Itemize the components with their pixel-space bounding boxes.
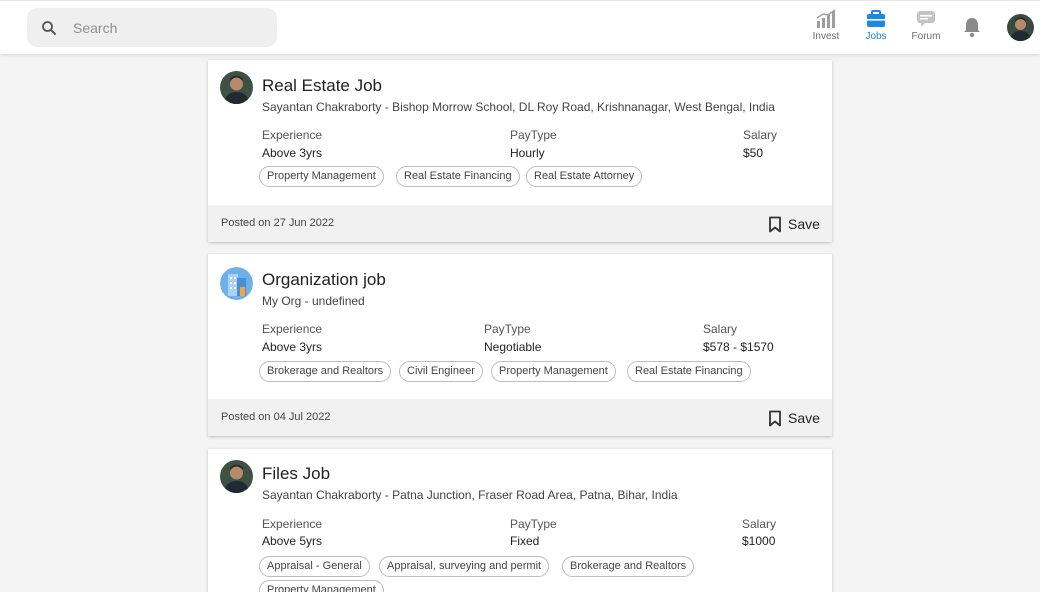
card-footer: Posted on 04 Jul 2022 Save: [208, 399, 832, 436]
skill-tag[interactable]: Appraisal - General: [259, 556, 370, 577]
salary-label: Salary: [703, 322, 738, 336]
briefcase-icon: [867, 10, 885, 27]
nav-jobs-label: Jobs: [865, 31, 887, 42]
experience-value: Above 3yrs: [262, 146, 323, 160]
skill-tag[interactable]: Property Management: [491, 361, 616, 382]
skill-tag[interactable]: Brokerage and Realtors: [562, 556, 695, 577]
paytype-value: Fixed: [510, 534, 540, 548]
paytype-value: Hourly: [510, 146, 545, 160]
experience-label: Experience: [262, 517, 323, 531]
paytype-label: PayType: [510, 128, 557, 142]
bookmark-icon: [769, 410, 781, 426]
poster-photo-icon: [220, 71, 253, 104]
job-subtitle: Sayantan Chakraborty - Patna Junction, F…: [262, 488, 678, 502]
search-input[interactable]: [73, 8, 268, 47]
user-photo-icon: [1007, 14, 1034, 41]
skill-tag[interactable]: Appraisal, surveying and permit: [379, 556, 550, 577]
chat-bubble-icon: [917, 11, 935, 27]
save-button[interactable]: Save: [768, 408, 820, 428]
job-subtitle: My Org - undefined: [262, 294, 365, 308]
search-box[interactable]: [27, 8, 277, 47]
salary-label: Salary: [743, 128, 778, 142]
job-title[interactable]: Files Job: [262, 464, 330, 484]
job-card[interactable]: Real Estate Job Sayantan Chakraborty - B…: [208, 60, 832, 242]
search-icon: [42, 21, 56, 35]
user-avatar[interactable]: [1007, 14, 1034, 41]
poster-avatar: [220, 71, 253, 104]
posted-date: Posted on 04 Jul 2022: [221, 411, 331, 423]
save-label: Save: [788, 216, 820, 232]
poster-photo-icon: [220, 460, 253, 493]
skill-tag[interactable]: Brokerage and Realtors: [259, 361, 392, 382]
posted-date: Posted on 27 Jun 2022: [221, 217, 335, 229]
skill-tag[interactable]: Property Management: [259, 580, 384, 592]
bar-chart-icon: [816, 9, 836, 28]
experience-value: Above 3yrs: [262, 340, 323, 354]
poster-avatar: [220, 460, 253, 493]
nav-forum-label: Forum: [911, 31, 941, 42]
experience-value: Above 5yrs: [262, 534, 323, 548]
paytype-label: PayType: [510, 517, 557, 531]
skill-tag[interactable]: Civil Engineer: [399, 361, 483, 382]
save-button[interactable]: Save: [768, 214, 820, 234]
salary-value: $1000: [742, 534, 776, 548]
salary-label: Salary: [742, 517, 777, 531]
job-card[interactable]: Files Job Sayantan Chakraborty - Patna J…: [208, 449, 832, 592]
paytype-label: PayType: [484, 322, 531, 336]
nav-invest[interactable]: Invest: [801, 9, 851, 45]
nav-jobs[interactable]: Jobs: [851, 9, 901, 45]
bookmark-icon: [769, 216, 781, 232]
skill-tag[interactable]: Real Estate Financing: [627, 361, 751, 382]
skill-tag[interactable]: Real Estate Attorney: [526, 166, 643, 187]
experience-label: Experience: [262, 128, 323, 142]
job-subtitle: Sayantan Chakraborty - Bishop Morrow Sch…: [262, 100, 775, 114]
job-title[interactable]: Organization job: [262, 270, 386, 290]
nav-forum[interactable]: Forum: [901, 9, 951, 45]
organization-logo: [220, 267, 253, 300]
salary-value: $50: [743, 146, 764, 160]
notification-bell-icon[interactable]: [962, 16, 982, 38]
job-title[interactable]: Real Estate Job: [262, 76, 382, 96]
paytype-value: Negotiable: [484, 340, 542, 354]
experience-label: Experience: [262, 322, 323, 336]
salary-value: $578 - $1570: [703, 340, 774, 354]
nav-invest-label: Invest: [812, 31, 840, 42]
top-navigation-bar: Invest Jobs Forum: [0, 0, 1040, 54]
skill-tag[interactable]: Property Management: [259, 166, 384, 187]
save-label: Save: [788, 410, 820, 426]
building-icon: [220, 267, 253, 300]
skill-tag[interactable]: Real Estate Financing: [396, 166, 520, 187]
job-card[interactable]: Organization job My Org - undefined Expe…: [208, 254, 832, 436]
card-footer: Posted on 27 Jun 2022 Save: [208, 205, 832, 242]
